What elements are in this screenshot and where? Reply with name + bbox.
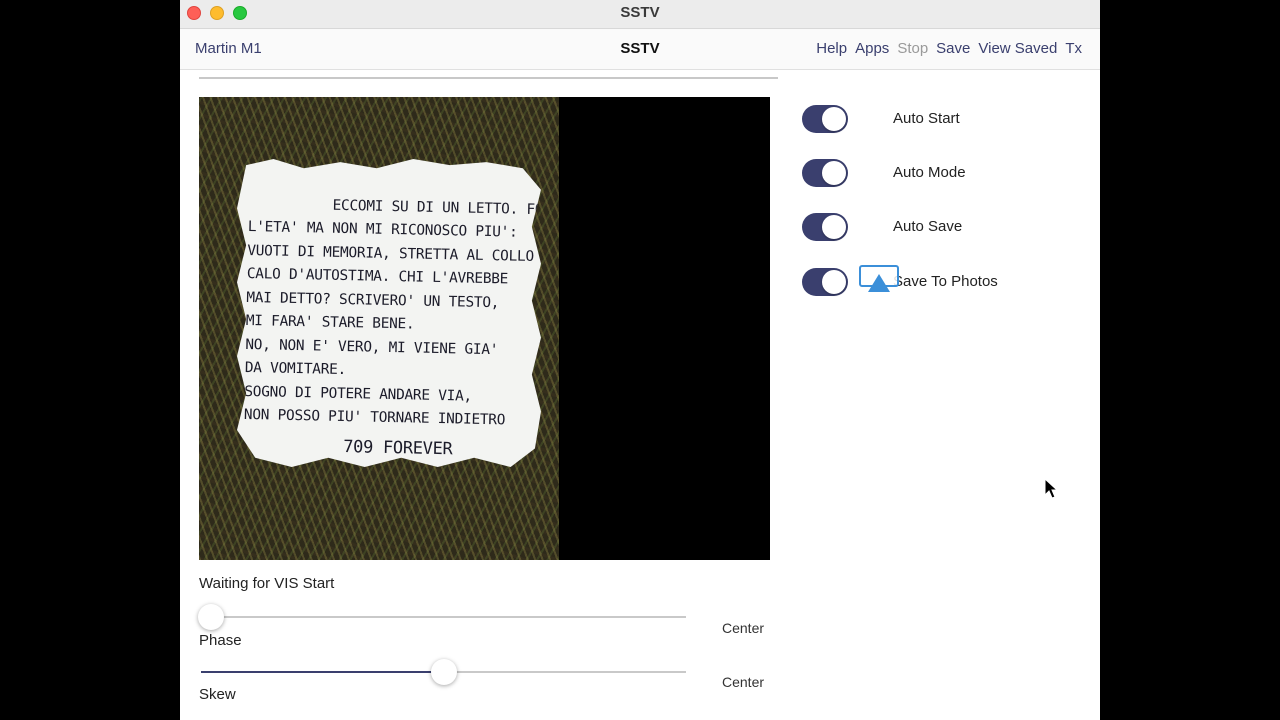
toggle-knob [822,161,846,185]
auto-mode-row: Auto Mode [802,159,1082,189]
toggle-knob [822,215,846,239]
stop-button[interactable]: Stop [897,40,928,57]
received-image-scanned-area: ECCOMI SU DI UN LETTO. FORSE SARA' L'ETA… [199,97,559,560]
help-button[interactable]: Help [816,40,847,57]
app-window: SSTV Martin M1 SSTV Help Apps Stop Save … [180,0,1100,720]
mode-selector-button[interactable]: Martin M1 [195,40,262,57]
handwritten-note: ECCOMI SU DI UN LETTO. FORSE SARA' L'ETA… [237,159,541,467]
note-line: MI FARA' STARE BENE. [245,312,415,333]
title-bar: SSTV [180,0,1100,29]
handwritten-note-text: ECCOMI SU DI UN LETTO. FORSE SARA' L'ETA… [242,169,541,467]
skew-slider-fill [201,671,444,673]
phase-label: Phase [199,632,242,649]
phase-slider-thumb[interactable] [197,604,224,630]
note-line: MAI DETTO? SCRIVERO' UN TESTO, [246,289,500,311]
note-line: SOGNO DI POTERE ANDARE VIA, [244,383,473,405]
note-line: DA VOMITARE. [244,359,347,379]
save-button[interactable]: Save [936,40,970,57]
skew-center-button[interactable]: Center [722,674,764,690]
skew-slider[interactable] [201,658,686,686]
navigation-bar: Martin M1 SSTV Help Apps Stop Save View … [180,29,1100,70]
receive-progress-bar [199,77,778,79]
decoder-status: Waiting for VIS Start [199,575,335,592]
phase-slider-track [201,616,686,618]
auto-save-label: Auto Save [893,218,963,235]
toggle-knob [822,270,846,294]
auto-start-row: Auto Start [802,105,1082,135]
note-line: ECCOMI SU DI UN LETTO. FORSE SARA' [332,197,620,220]
mouse-cursor-icon [1044,478,1058,499]
auto-save-row: Auto Save [802,213,1082,243]
view-saved-button[interactable]: View Saved [978,40,1057,57]
save-to-photos-row: Save To Photos [802,268,1082,298]
auto-mode-toggle[interactable] [802,159,848,187]
apps-button[interactable]: Apps [855,40,889,57]
received-image: ECCOMI SU DI UN LETTO. FORSE SARA' L'ETA… [199,97,770,560]
toggle-knob [822,107,846,131]
save-to-photos-label: Save To Photos [893,273,998,290]
note-line: L'ETA' MA NON MI RICONOSCO PIU': [247,218,518,241]
note-line: NON POSSO PIU' TORNARE INDIETRO [243,406,506,429]
note-line: NO, NON E' VERO, MI VIENE GIA' [245,336,499,358]
airplay-icon[interactable] [859,265,899,293]
save-to-photos-toggle[interactable] [802,268,848,296]
phase-slider[interactable] [197,603,686,631]
nav-actions: Help Apps Stop Save View Saved Tx [816,40,1082,57]
note-signature: 709 FOREVER [342,436,453,459]
auto-save-toggle[interactable] [802,213,848,241]
phase-center-button[interactable]: Center [722,620,764,636]
auto-start-toggle[interactable] [802,105,848,133]
auto-start-label: Auto Start [893,110,960,127]
tx-button[interactable]: Tx [1065,40,1082,57]
skew-label: Skew [199,686,236,703]
skew-slider-thumb[interactable] [430,659,457,685]
note-line: VUOTI DI MEMORIA, STRETTA AL COLLO [247,242,535,265]
window-title: SSTV [620,4,660,21]
note-line: CALO D'AUTOSTIMA. CHI L'AVREBBE [246,265,509,288]
auto-mode-label: Auto Mode [893,164,966,181]
